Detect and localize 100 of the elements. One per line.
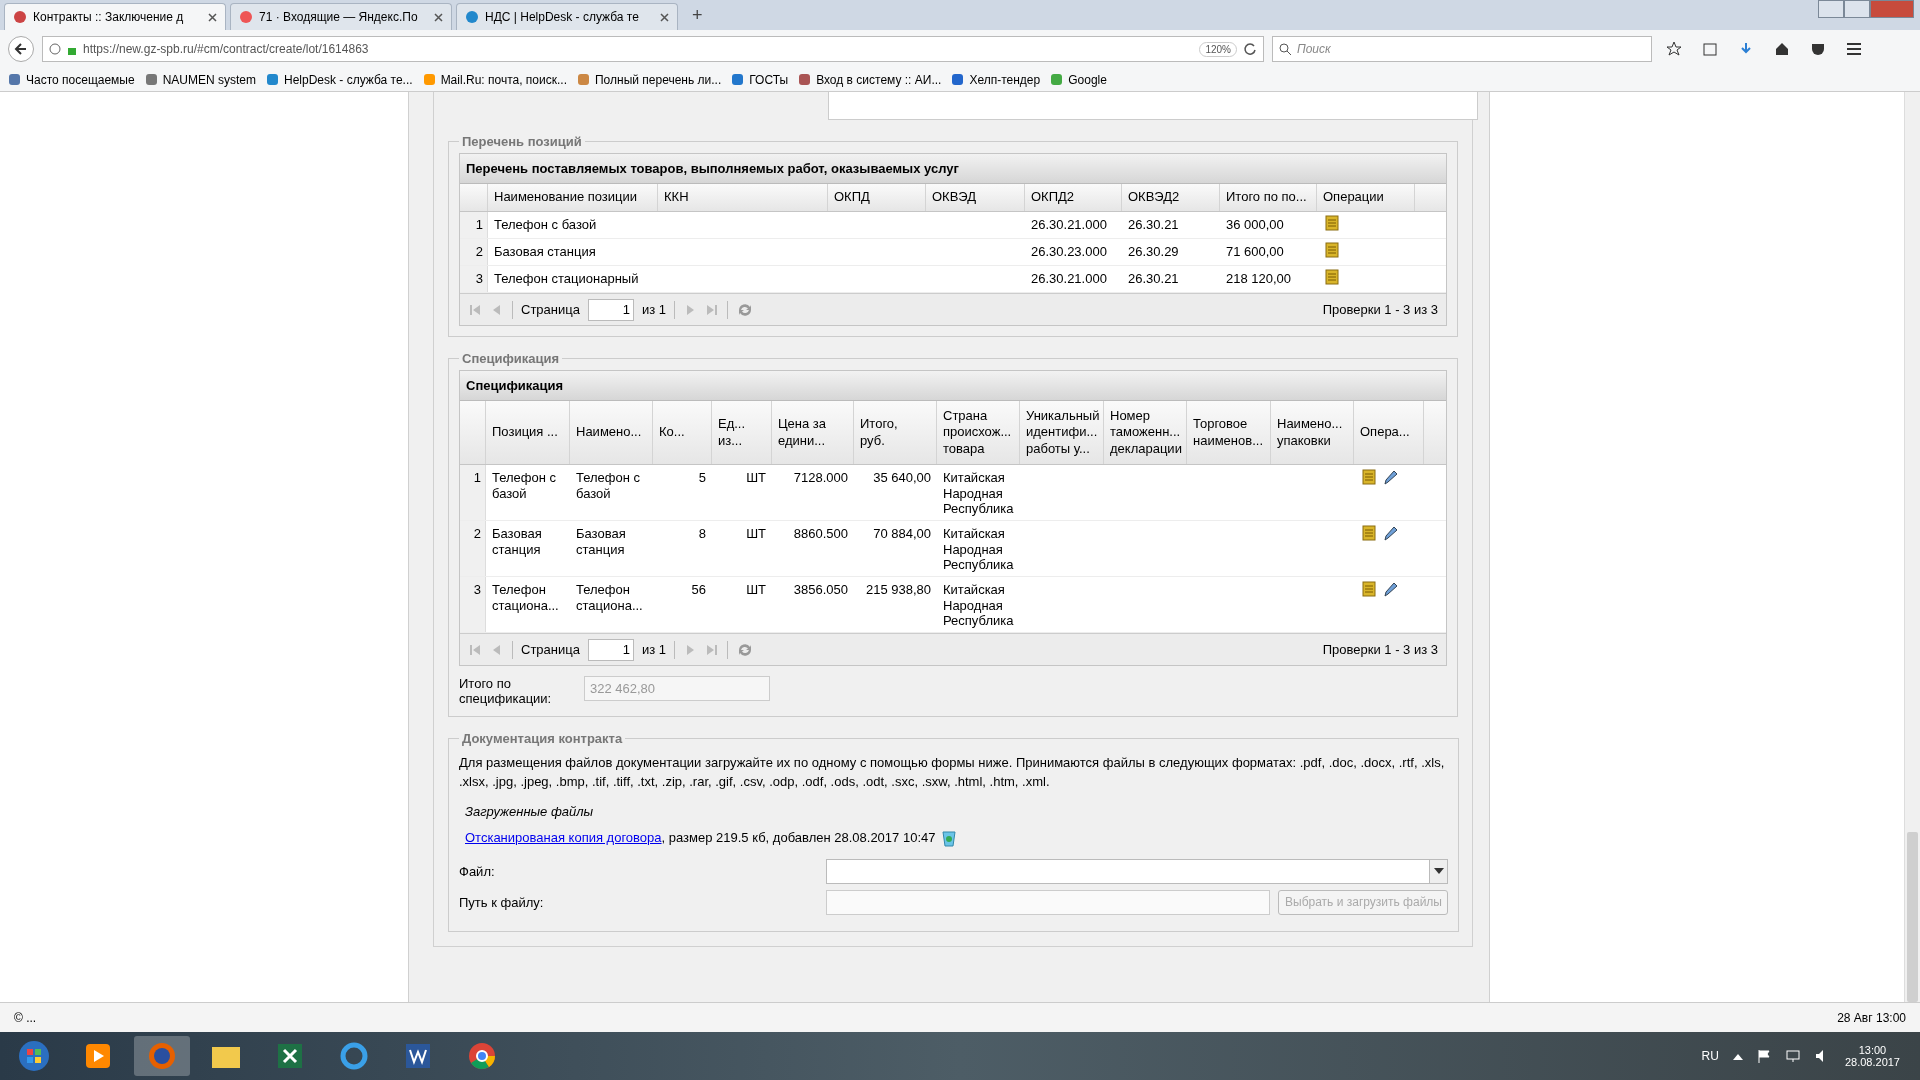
search-field[interactable]: Поиск (1272, 36, 1652, 62)
minimize-button[interactable] (1818, 0, 1844, 18)
browser-tab[interactable]: 71 · Входящие — Яндекс.По (230, 3, 452, 30)
status-date: 28 Авг 13:00 (1837, 1010, 1906, 1025)
table-cell-text: 5 (697, 469, 707, 487)
browser-tab[interactable]: НДС | HelpDesk - служба те (456, 3, 678, 30)
column-header[interactable]: Торговое наименов... (1187, 401, 1271, 464)
table-cell-text: Телефон стациона... (575, 581, 644, 615)
table-cell-text: Базовая станция (491, 525, 543, 559)
column-header[interactable]: Операции (1317, 184, 1415, 211)
new-tab-button[interactable]: + (682, 5, 713, 30)
column-header[interactable]: Позиция ... (486, 401, 570, 464)
pencil-icon[interactable] (1382, 524, 1398, 542)
column-header[interactable]: Ед... из... (712, 401, 772, 464)
tray-arrow-icon[interactable] (1732, 1052, 1743, 1060)
bookmark-link[interactable]: Вход в систему :: АИ... (798, 72, 942, 87)
browser-icon[interactable] (134, 1036, 190, 1076)
table-cell-text: 56 (690, 581, 707, 599)
pencil-icon[interactable] (1382, 468, 1398, 486)
column-header[interactable]: ОКВЭД (926, 184, 1025, 211)
page-label: Страница (521, 302, 580, 317)
table-cell-text: 36 000,00 (1225, 216, 1285, 234)
site-icon (13, 10, 27, 24)
total-label: Итого по спецификации: (459, 676, 553, 706)
table-cell-text: 70 884,00 (872, 525, 932, 543)
network-icon[interactable] (1784, 1049, 1801, 1063)
bookmark-icon (576, 73, 590, 86)
address-bar[interactable]: https://new.gz-spb.ru/#cm/contract/create/lot/1614863 120% (42, 36, 1264, 62)
column-header[interactable]: Наимено... упаковки (1271, 401, 1354, 464)
pencil-icon[interactable] (1382, 580, 1398, 598)
grid-title: Спецификация (460, 371, 1446, 401)
paging-summary: Проверки 1 - 3 из 3 (1322, 302, 1438, 317)
table-cell-text: 218 120,00 (1225, 270, 1293, 288)
bookmark-link[interactable]: Mail.Ru: почта, поиск... (422, 72, 567, 87)
table-cell-text: ШТ (745, 581, 767, 599)
bookmark-link[interactable]: HelpDesk - служба те... (266, 72, 413, 87)
scroll-icon[interactable] (1323, 214, 1341, 232)
column-header[interactable]: Страна происхож... товара (937, 401, 1020, 464)
column-header[interactable]: Итого по по... (1220, 184, 1317, 211)
column-header[interactable]: Ко... (653, 401, 712, 464)
bookmark-link[interactable]: Полный перечень ли... (576, 72, 722, 87)
column-header[interactable]: Наименование позиции (488, 184, 658, 211)
table-cell-text: Телефон с базой (575, 469, 642, 503)
column-header[interactable]: ОКПД (828, 184, 926, 211)
column-header[interactable]: Итого, руб. (854, 401, 937, 464)
bookmark-icon (798, 73, 812, 86)
bookmark-link[interactable]: ГОСТы (731, 72, 789, 87)
table-cell-text: 8860.500 (792, 525, 849, 543)
table-cell-text: 215 938,80 (864, 581, 932, 599)
column-header[interactable]: ККН (658, 184, 828, 211)
column-header[interactable]: Цена за едини... (772, 401, 854, 464)
close-icon[interactable] (660, 12, 669, 22)
table-cell-text: 7128.000 (792, 469, 849, 487)
row-number: 1 (460, 212, 488, 238)
scroll-icon[interactable] (1323, 241, 1341, 259)
maximize-button[interactable] (1844, 0, 1870, 18)
browser-tab[interactable]: Контракты :: Заключение д (4, 3, 226, 30)
path-field[interactable] (826, 889, 1270, 915)
file-select[interactable] (826, 858, 1448, 884)
bookmark-link[interactable]: Часто посещаемые (8, 72, 135, 87)
page-input[interactable]: 1 (587, 298, 634, 321)
page-input[interactable]: 1 (587, 638, 634, 661)
back-button[interactable] (8, 36, 34, 62)
column-header[interactable]: Уникальный идентифи... работы у... (1020, 401, 1104, 464)
row-number: 1 (460, 465, 486, 520)
scroll-icon[interactable] (1323, 268, 1341, 286)
close-icon[interactable] (434, 12, 443, 22)
language-indicator[interactable]: RU (1701, 1049, 1719, 1063)
site-icon (239, 10, 253, 24)
table-cell-text: Телефон стационарный (493, 270, 640, 288)
bookmark-link[interactable]: Google (1050, 72, 1107, 87)
page-count: из 1 (641, 642, 666, 657)
flag-icon[interactable] (1756, 1049, 1771, 1063)
column-header[interactable]: ОКВЭД2 (1122, 184, 1220, 211)
close-icon[interactable] (208, 12, 217, 22)
section-legend: Спецификация (459, 351, 563, 366)
clock[interactable]: 13:00 28.08.2017 (1844, 1044, 1900, 1068)
table-cell-text: Китайская Народная Республика (942, 469, 1015, 519)
table-cell-text: 26.30.21 (1127, 270, 1180, 288)
file-link[interactable]: Отсканированая копия договора (465, 830, 662, 846)
column-header[interactable]: Опера... (1354, 401, 1424, 464)
trash-icon[interactable] (941, 828, 958, 847)
scrollbar[interactable] (1904, 92, 1920, 1002)
page-count: из 1 (641, 302, 666, 317)
upload-instructions: Для размещения файлов документации загружайте их по одному с помощью формы ниже. Принимаются файлы в следующих форматах: .pdf, .doc, .docx, .rtf, .xls, .xlsx, .jpg, .jpeg, .bmp, .tif, .tiff, .txt, .zip, .rar, .gif, .csv, .odp, .odf, .ods, .odt, .sxc, .sxw, .html, .htm, .xml. (459, 754, 1446, 791)
bookmark-link[interactable]: Хелп-тендер (951, 72, 1041, 87)
paging-summary: Проверки 1 - 3 из 3 (1322, 642, 1438, 657)
table-cell-text: Телефон с базой (493, 216, 598, 234)
table-cell-text: Китайская Народная Республика (942, 525, 1015, 575)
status-text: © ... (14, 1010, 37, 1025)
table-cell-text: 26.30.21.000 (1030, 216, 1108, 234)
column-header[interactable]: Номер таможенн... декларации (1104, 401, 1187, 464)
back-arrow-icon[interactable] (14, 42, 28, 56)
bookmark-link[interactable]: NAUMEN system (144, 72, 256, 87)
row-number: 3 (460, 266, 488, 292)
column-header[interactable]: Наимено... (570, 401, 653, 464)
bookmark-icon (951, 73, 965, 86)
bookmark-icon (144, 73, 158, 86)
reload-icon[interactable] (1243, 42, 1257, 56)
column-header[interactable]: ОКПД2 (1025, 184, 1122, 211)
